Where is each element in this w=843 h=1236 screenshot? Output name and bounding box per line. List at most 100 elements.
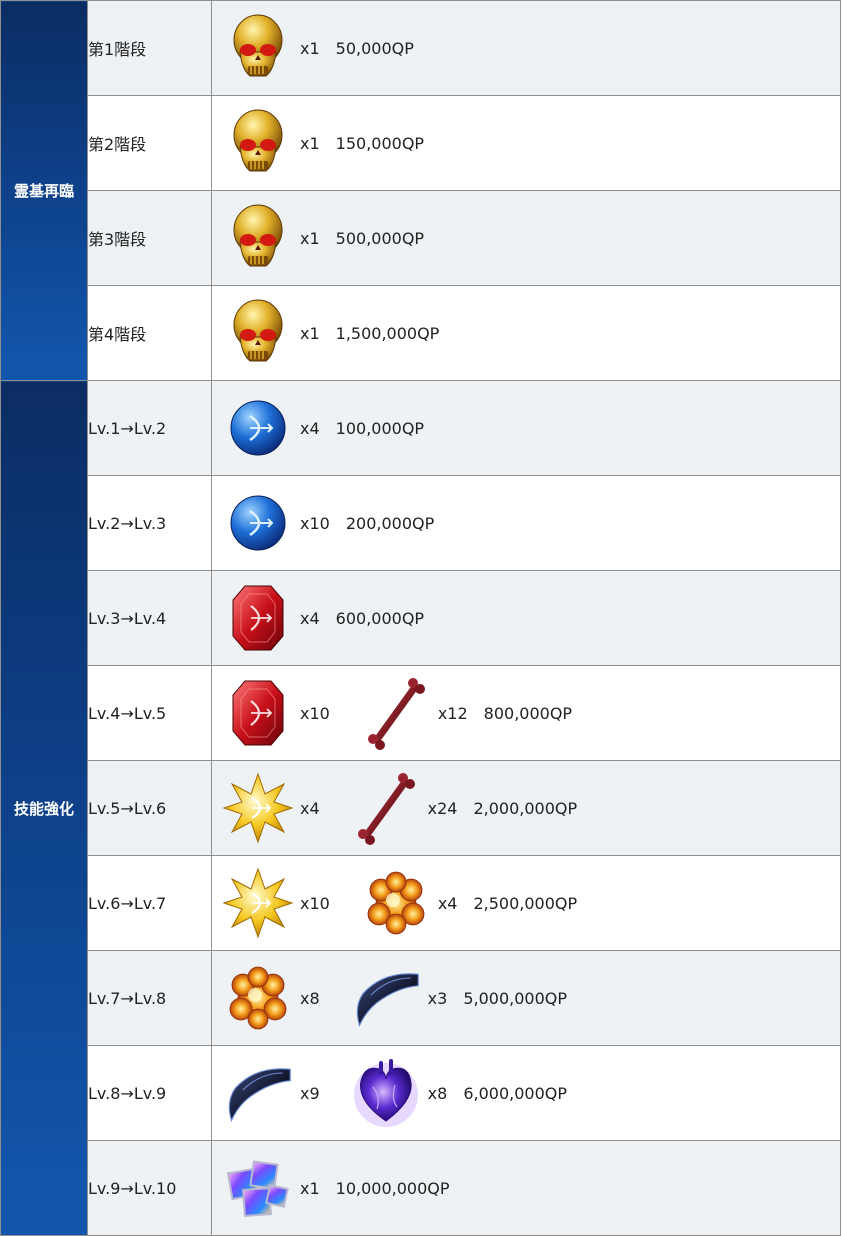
item-quantity: x8 (427, 1083, 448, 1103)
phoenix-feather-icon (222, 962, 294, 1034)
cost-items: x4 x24 2,000,000QP (212, 761, 840, 855)
archer-gem-icon (222, 487, 294, 559)
stage-label: 第2階段 (87, 95, 212, 191)
stage-label: 第1階段 (87, 0, 212, 96)
qp-cost: 10,000,000QP (335, 1178, 450, 1198)
item-quantity: x4 (300, 418, 320, 438)
cost-items: x1 1,500,000QP (212, 286, 840, 380)
cost-items: x4 100,000QP (212, 381, 840, 475)
stage-label: Lv.3→Lv.4 (87, 570, 212, 666)
item-quantity: x24 (427, 798, 458, 818)
cost-items: x10 200,000QP (212, 476, 840, 570)
qp-cost: 1,500,000QP (335, 323, 440, 343)
item-quantity: x1 (300, 323, 320, 343)
stage-label: Lv.4→Lv.5 (87, 665, 212, 761)
qp-cost: 2,000,000QP (473, 798, 578, 818)
group-label-text: 技能強化 (13, 799, 74, 818)
bone-icon (350, 772, 422, 845)
group-label-text: 霊基再臨 (13, 182, 74, 200)
cost-cell: x10 x4 2,500,000QP (211, 855, 841, 951)
item-quantity: x4 (437, 893, 458, 913)
item-quantity: x1 (300, 133, 320, 153)
item-quantity: x12 (437, 703, 468, 723)
table-row: Lv.6→Lv.7 x10 x4 2,500,000QP (1, 855, 841, 951)
stage-label: Lv.7→Lv.8 (87, 950, 212, 1046)
cost-cell: x4 100,000QP (211, 380, 841, 476)
table-row: Lv.5→Lv.6 x4 x24 2,000,000QP (1, 760, 841, 856)
qp-cost: 50,000QP (335, 38, 414, 58)
cost-cell: x1 50,000QP (211, 0, 841, 96)
material-table: 霊基再臨 第1階段 x1 50,000QP 第2階段 x1 150,000QP … (0, 0, 841, 1236)
cost-items: x10 x4 2,500,000QP (212, 856, 840, 950)
group-label-ascension: 霊基再臨 (0, 0, 88, 381)
cost-cell: x4 600,000QP (211, 570, 841, 666)
table-row: 第2階段 x1 150,000QP (1, 95, 841, 191)
table-row: Lv.8→Lv.9 x9 x8 6,000,000QP (1, 1045, 841, 1141)
archer-magic-gem-icon (222, 582, 294, 654)
cost-cell: x1 10,000,000QP (211, 1140, 841, 1236)
cost-cell: x10 200,000QP (211, 475, 841, 571)
cost-items: x1 500,000QP (212, 191, 840, 285)
group-label-skill: 技能強化 (0, 380, 88, 1236)
qp-cost: 100,000QP (335, 418, 425, 438)
bone-icon (360, 677, 432, 750)
item-quantity: x1 (300, 1178, 320, 1198)
table-row: Lv.4→Lv.5 x10 x12 800,000QP (1, 665, 841, 761)
item-quantity: x10 (300, 513, 330, 533)
archer-magic-gem-icon (222, 677, 294, 749)
qp-cost: 600,000QP (335, 608, 425, 628)
item-quantity: x10 (300, 703, 330, 723)
gold-skull-icon (222, 297, 294, 369)
cost-cell: x1 150,000QP (211, 95, 841, 191)
archer-gem-icon (222, 392, 294, 464)
cost-cell: x10 x12 800,000QP (211, 665, 841, 761)
qp-cost: 2,500,000QP (473, 893, 578, 913)
qp-cost: 5,000,000QP (463, 988, 567, 1008)
cost-items: x9 x8 6,000,000QP (212, 1046, 840, 1140)
claw-icon (222, 1057, 294, 1129)
qp-cost: 800,000QP (483, 703, 573, 723)
table-row: 技能強化 Lv.1→Lv.2 x4 100,000QP (0, 380, 841, 1236)
stage-label: Lv.6→Lv.7 (87, 855, 212, 951)
table-row: Lv.9→Lv.10 x1 10,000,000QP (1, 1140, 841, 1236)
table-row: Lv.3→Lv.4 x4 600,000QP (1, 570, 841, 666)
gold-skull-icon (222, 12, 294, 84)
item-quantity: x8 (300, 988, 320, 1008)
stage-label: Lv.9→Lv.10 (87, 1140, 212, 1236)
item-quantity: x4 (300, 608, 320, 628)
cost-items: x10 x12 800,000QP (212, 666, 840, 760)
item-quantity: x10 (300, 893, 330, 913)
cost-cell: x1 1,500,000QP (211, 285, 841, 381)
qp-cost: 200,000QP (345, 513, 435, 533)
cost-cell: x8 x3 5,000,000QP (211, 950, 841, 1046)
heart-icon (350, 1057, 422, 1129)
table-row: 第3階段 x1 500,000QP (1, 190, 841, 286)
cost-items: x1 150,000QP (212, 96, 840, 190)
cost-items: x1 50,000QP (212, 1, 840, 95)
stage-label: Lv.5→Lv.6 (87, 760, 212, 856)
archer-secret-gem-icon (222, 867, 294, 939)
stage-label: 第3階段 (87, 190, 212, 286)
table-row: Lv.2→Lv.3 x10 200,000QP (1, 475, 841, 571)
table-row: 霊基再臨 第1階段 x1 50,000QP (0, 0, 841, 381)
table-row: Lv.7→Lv.8 x8 x3 5,000,000QP (1, 950, 841, 1046)
claw-icon (350, 962, 422, 1034)
item-quantity: x1 (300, 228, 320, 248)
gold-skull-icon (222, 202, 294, 274)
stage-label: 第4階段 (87, 285, 212, 381)
stage-label: Lv.2→Lv.3 (87, 475, 212, 571)
item-quantity: x1 (300, 38, 320, 58)
cost-items: x8 x3 5,000,000QP (212, 951, 840, 1045)
table-row: 第4階段 x1 1,500,000QP (1, 285, 841, 381)
cost-items: x4 600,000QP (212, 571, 840, 665)
qp-cost: 6,000,000QP (463, 1083, 567, 1103)
stage-label: Lv.8→Lv.9 (87, 1045, 212, 1141)
cost-cell: x4 x24 2,000,000QP (211, 760, 841, 856)
cost-cell: x1 500,000QP (211, 190, 841, 286)
gold-skull-icon (222, 107, 294, 179)
qp-cost: 500,000QP (335, 228, 425, 248)
crystal-cube-icon (222, 1152, 294, 1224)
item-quantity: x4 (300, 798, 320, 818)
stage-label: Lv.1→Lv.2 (87, 380, 212, 476)
cost-items: x1 10,000,000QP (212, 1141, 840, 1235)
